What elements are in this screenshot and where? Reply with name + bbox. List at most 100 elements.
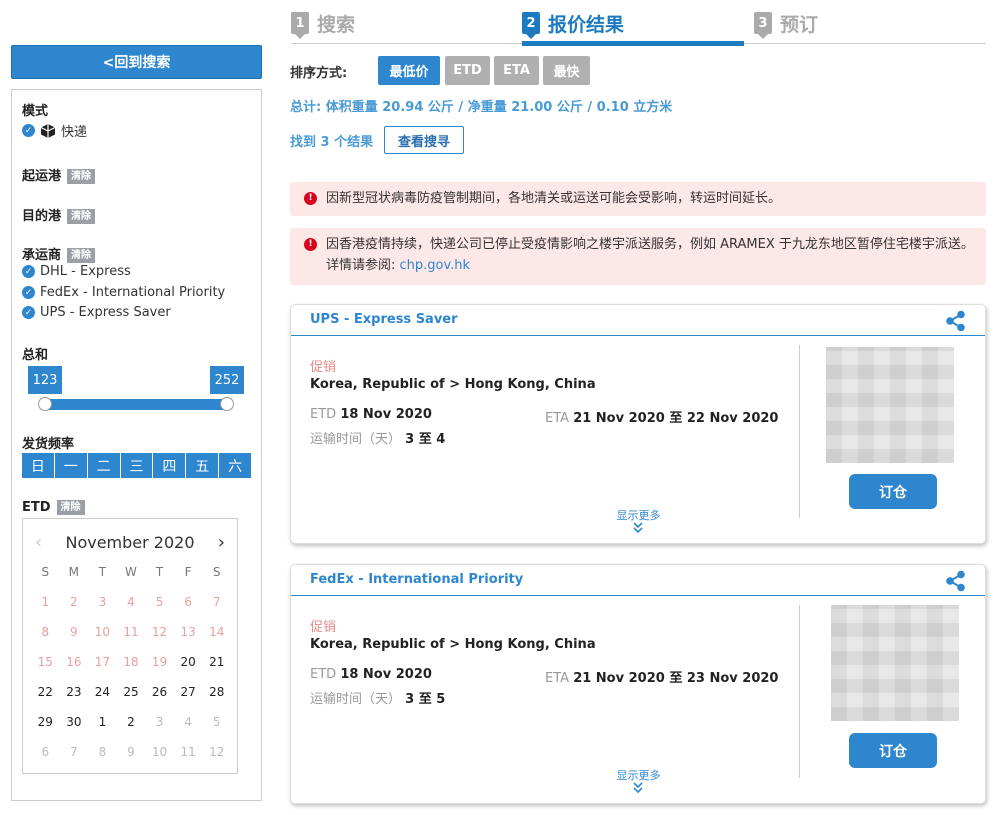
share-icon[interactable] [945, 310, 967, 332]
frequency-label: 发货频率 [22, 437, 75, 452]
carrier-image [826, 347, 954, 463]
alert-text: 因新型冠状病毒防疫管制期间，各地清关或运送可能会受影响，转运时间延长。 [326, 191, 782, 206]
day-mon[interactable]: 一 [54, 453, 88, 478]
carrier-option-dhl[interactable]: ✓ DHL - Express [22, 264, 131, 279]
calendar-day-next-month: 11 [180, 745, 196, 759]
day-sat[interactable]: 六 [219, 453, 252, 478]
sort-fastest-button[interactable]: 最快 [543, 56, 590, 85]
carrier-name: UPS - Express Saver [40, 305, 171, 320]
calendar-day-next-month: 7 [70, 745, 78, 759]
vertical-divider [799, 345, 800, 518]
calendar-day-next-month: 5 [212, 715, 221, 729]
view-search-button[interactable]: 查看搜寻 [384, 126, 464, 154]
sort-cheapest-button[interactable]: 最低价 [378, 56, 440, 85]
calendar-day-next-month: 10 [151, 745, 168, 759]
transit-label: 运输时间（天） [310, 692, 402, 707]
day-tue[interactable]: 二 [87, 453, 121, 478]
route: Korea, Republic of > Hong Kong, China [310, 377, 596, 392]
calendar-day: 5 [155, 595, 164, 609]
calendar-day[interactable]: 24 [88, 683, 117, 702]
calendar-day: 11 [123, 625, 139, 639]
eta-date: 21 Nov 2020 至 23 Nov 2020 [573, 671, 779, 686]
check-icon: ✓ [22, 124, 35, 137]
calendar-grid: S M T W T F S 1 2 3 4 5 6 7 8 9 10 11 12 13 14 15 16 17 18 19 20 21… [31, 563, 231, 762]
price-min-value: 123 [28, 366, 62, 394]
etd-label: ETD [310, 407, 337, 422]
calendar-day[interactable]: 20 [174, 653, 203, 672]
result-card: FedEx - International Priority 促销 Korea,… [290, 564, 986, 804]
check-icon: ✓ [22, 286, 35, 299]
calendar-day[interactable]: 28 [202, 683, 231, 702]
eta-value: ETA 21 Nov 2020 至 22 Nov 2020 [545, 407, 778, 426]
back-to-search-button[interactable]: <回到搜索 [11, 45, 262, 79]
show-more-link[interactable]: 显示更多 [601, 507, 676, 523]
calendar-day[interactable]: 23 [60, 683, 89, 702]
etd-label: ETD [22, 500, 51, 515]
price-range-slider[interactable] [43, 399, 229, 410]
calendar-day[interactable]: 30 [60, 713, 89, 732]
clear-carrier-button[interactable]: 清除 [67, 248, 96, 263]
day-wed[interactable]: 三 [120, 453, 154, 478]
route: Korea, Republic of > Hong Kong, China [310, 637, 596, 652]
step-search[interactable]: 1 搜索 [291, 8, 355, 39]
calendar-day: 6 [184, 595, 192, 609]
sort-label: 排序方式: [290, 66, 348, 81]
step-booking[interactable]: 3 预订 [754, 8, 818, 39]
calendar-header: ‹ November 2020 › [23, 529, 237, 555]
calendar-day: 4 [127, 595, 135, 609]
carrier-option-fedex[interactable]: ✓ FedEx - International Priority [22, 285, 225, 300]
calendar-day[interactable]: 1 [88, 713, 117, 732]
calendar-day: 3 [98, 595, 107, 609]
book-button[interactable]: 订仓 [849, 474, 937, 509]
chevron-down-icon[interactable] [632, 782, 644, 794]
calendar-day[interactable]: 2 [117, 713, 146, 732]
calendar-day-next-month: 4 [184, 715, 192, 729]
next-month-icon[interactable]: › [218, 532, 225, 553]
mode-value: 快递 [61, 125, 88, 140]
carrier-option-ups[interactable]: ✓ UPS - Express Saver [22, 305, 171, 320]
book-button[interactable]: 订仓 [849, 733, 937, 768]
dest-filter-label: 目的港 清除 [22, 205, 96, 224]
calendar-day: 13 [180, 625, 196, 639]
calendar-day-next-month: 6 [41, 745, 50, 759]
calendar-day[interactable]: 22 [31, 683, 60, 702]
prev-month-icon[interactable]: ‹ [35, 532, 42, 553]
etd-value: ETD 18 Nov 2020 [310, 407, 432, 422]
price-min-handle[interactable] [38, 397, 52, 411]
calendar-day[interactable]: 25 [117, 683, 146, 702]
calendar-day: 2 [70, 595, 78, 609]
weekday-header: M [68, 565, 80, 579]
carrier-title: UPS - Express Saver [310, 312, 458, 327]
clear-etd-button[interactable]: 清除 [56, 500, 85, 515]
mode-option-express[interactable]: ✓ 快递 [22, 121, 87, 140]
sort-etd-button[interactable]: ETD [445, 56, 490, 85]
step-number: 2 [522, 12, 540, 39]
carrier-name: FedEx - International Priority [40, 285, 226, 300]
dest-label: 目的港 [22, 209, 62, 224]
day-thu[interactable]: 四 [153, 453, 187, 478]
clear-origin-button[interactable]: 清除 [67, 169, 96, 184]
price-max-handle[interactable] [220, 397, 234, 411]
sort-eta-button[interactable]: ETA [494, 56, 539, 85]
total-label: 总和 [22, 348, 49, 363]
show-more-link[interactable]: 显示更多 [601, 767, 676, 783]
calendar-day[interactable]: 26 [145, 683, 174, 702]
active-step-indicator [522, 41, 744, 46]
chp-link[interactable]: chp.gov.hk [400, 258, 471, 273]
calendar-day-next-month: 12 [209, 745, 225, 759]
calendar-day[interactable]: 27 [174, 683, 203, 702]
calendar-day-next-month: 3 [155, 715, 164, 729]
box-icon [40, 123, 56, 138]
alert-icon: ! [304, 238, 317, 251]
chevron-down-icon[interactable] [632, 522, 644, 534]
transit-label: 运输时间（天） [310, 432, 402, 447]
share-icon[interactable] [945, 570, 967, 592]
calendar-day[interactable]: 29 [31, 713, 60, 732]
carrier-filter-label: 承运商 清除 [22, 244, 96, 263]
step-results[interactable]: 2 报价结果 [522, 8, 624, 39]
day-fri[interactable]: 五 [186, 453, 220, 478]
clear-dest-button[interactable]: 清除 [67, 209, 96, 224]
day-sun[interactable]: 日 [22, 453, 55, 478]
promo-tag: 促销 [310, 620, 337, 635]
calendar-day[interactable]: 21 [202, 653, 231, 672]
